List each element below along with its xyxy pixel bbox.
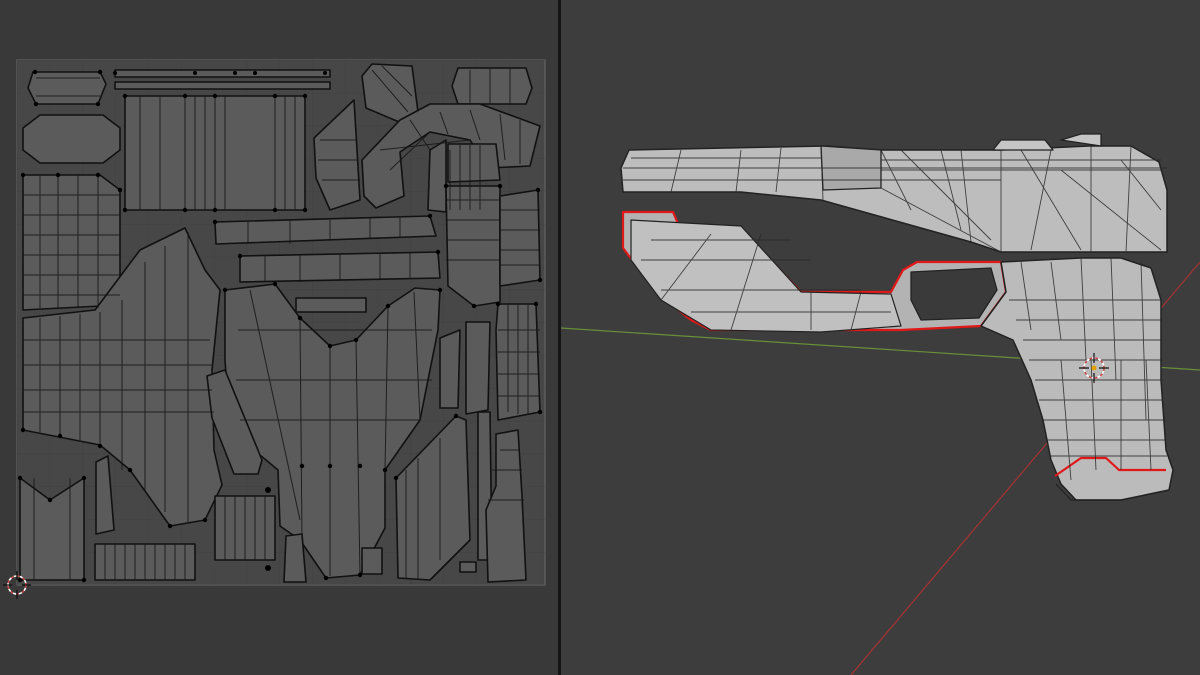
uv-canvas[interactable] bbox=[0, 0, 558, 675]
uv-island[interactable] bbox=[22, 114, 121, 164]
uv-island[interactable] bbox=[427, 139, 447, 213]
viewport-canvas[interactable] bbox=[561, 0, 1200, 675]
uv-island[interactable] bbox=[283, 533, 307, 583]
uv-island[interactable] bbox=[451, 67, 533, 105]
uv-island[interactable] bbox=[295, 297, 367, 313]
uv-island[interactable] bbox=[114, 81, 331, 90]
uv-island[interactable] bbox=[459, 561, 477, 573]
uv-island[interactable] bbox=[499, 189, 541, 287]
uv-island[interactable] bbox=[114, 69, 331, 78]
uv-island[interactable] bbox=[447, 143, 501, 183]
3d-viewport[interactable] bbox=[561, 0, 1200, 675]
uv-island[interactable] bbox=[439, 329, 461, 409]
blender-workspace bbox=[0, 0, 1200, 675]
uv-island[interactable] bbox=[361, 547, 383, 575]
pistol-mesh[interactable] bbox=[620, 133, 1174, 501]
uv-editor[interactable] bbox=[0, 0, 558, 675]
uv-island[interactable] bbox=[465, 321, 491, 415]
uv-island[interactable] bbox=[27, 71, 107, 105]
uv-island[interactable] bbox=[445, 185, 501, 307]
